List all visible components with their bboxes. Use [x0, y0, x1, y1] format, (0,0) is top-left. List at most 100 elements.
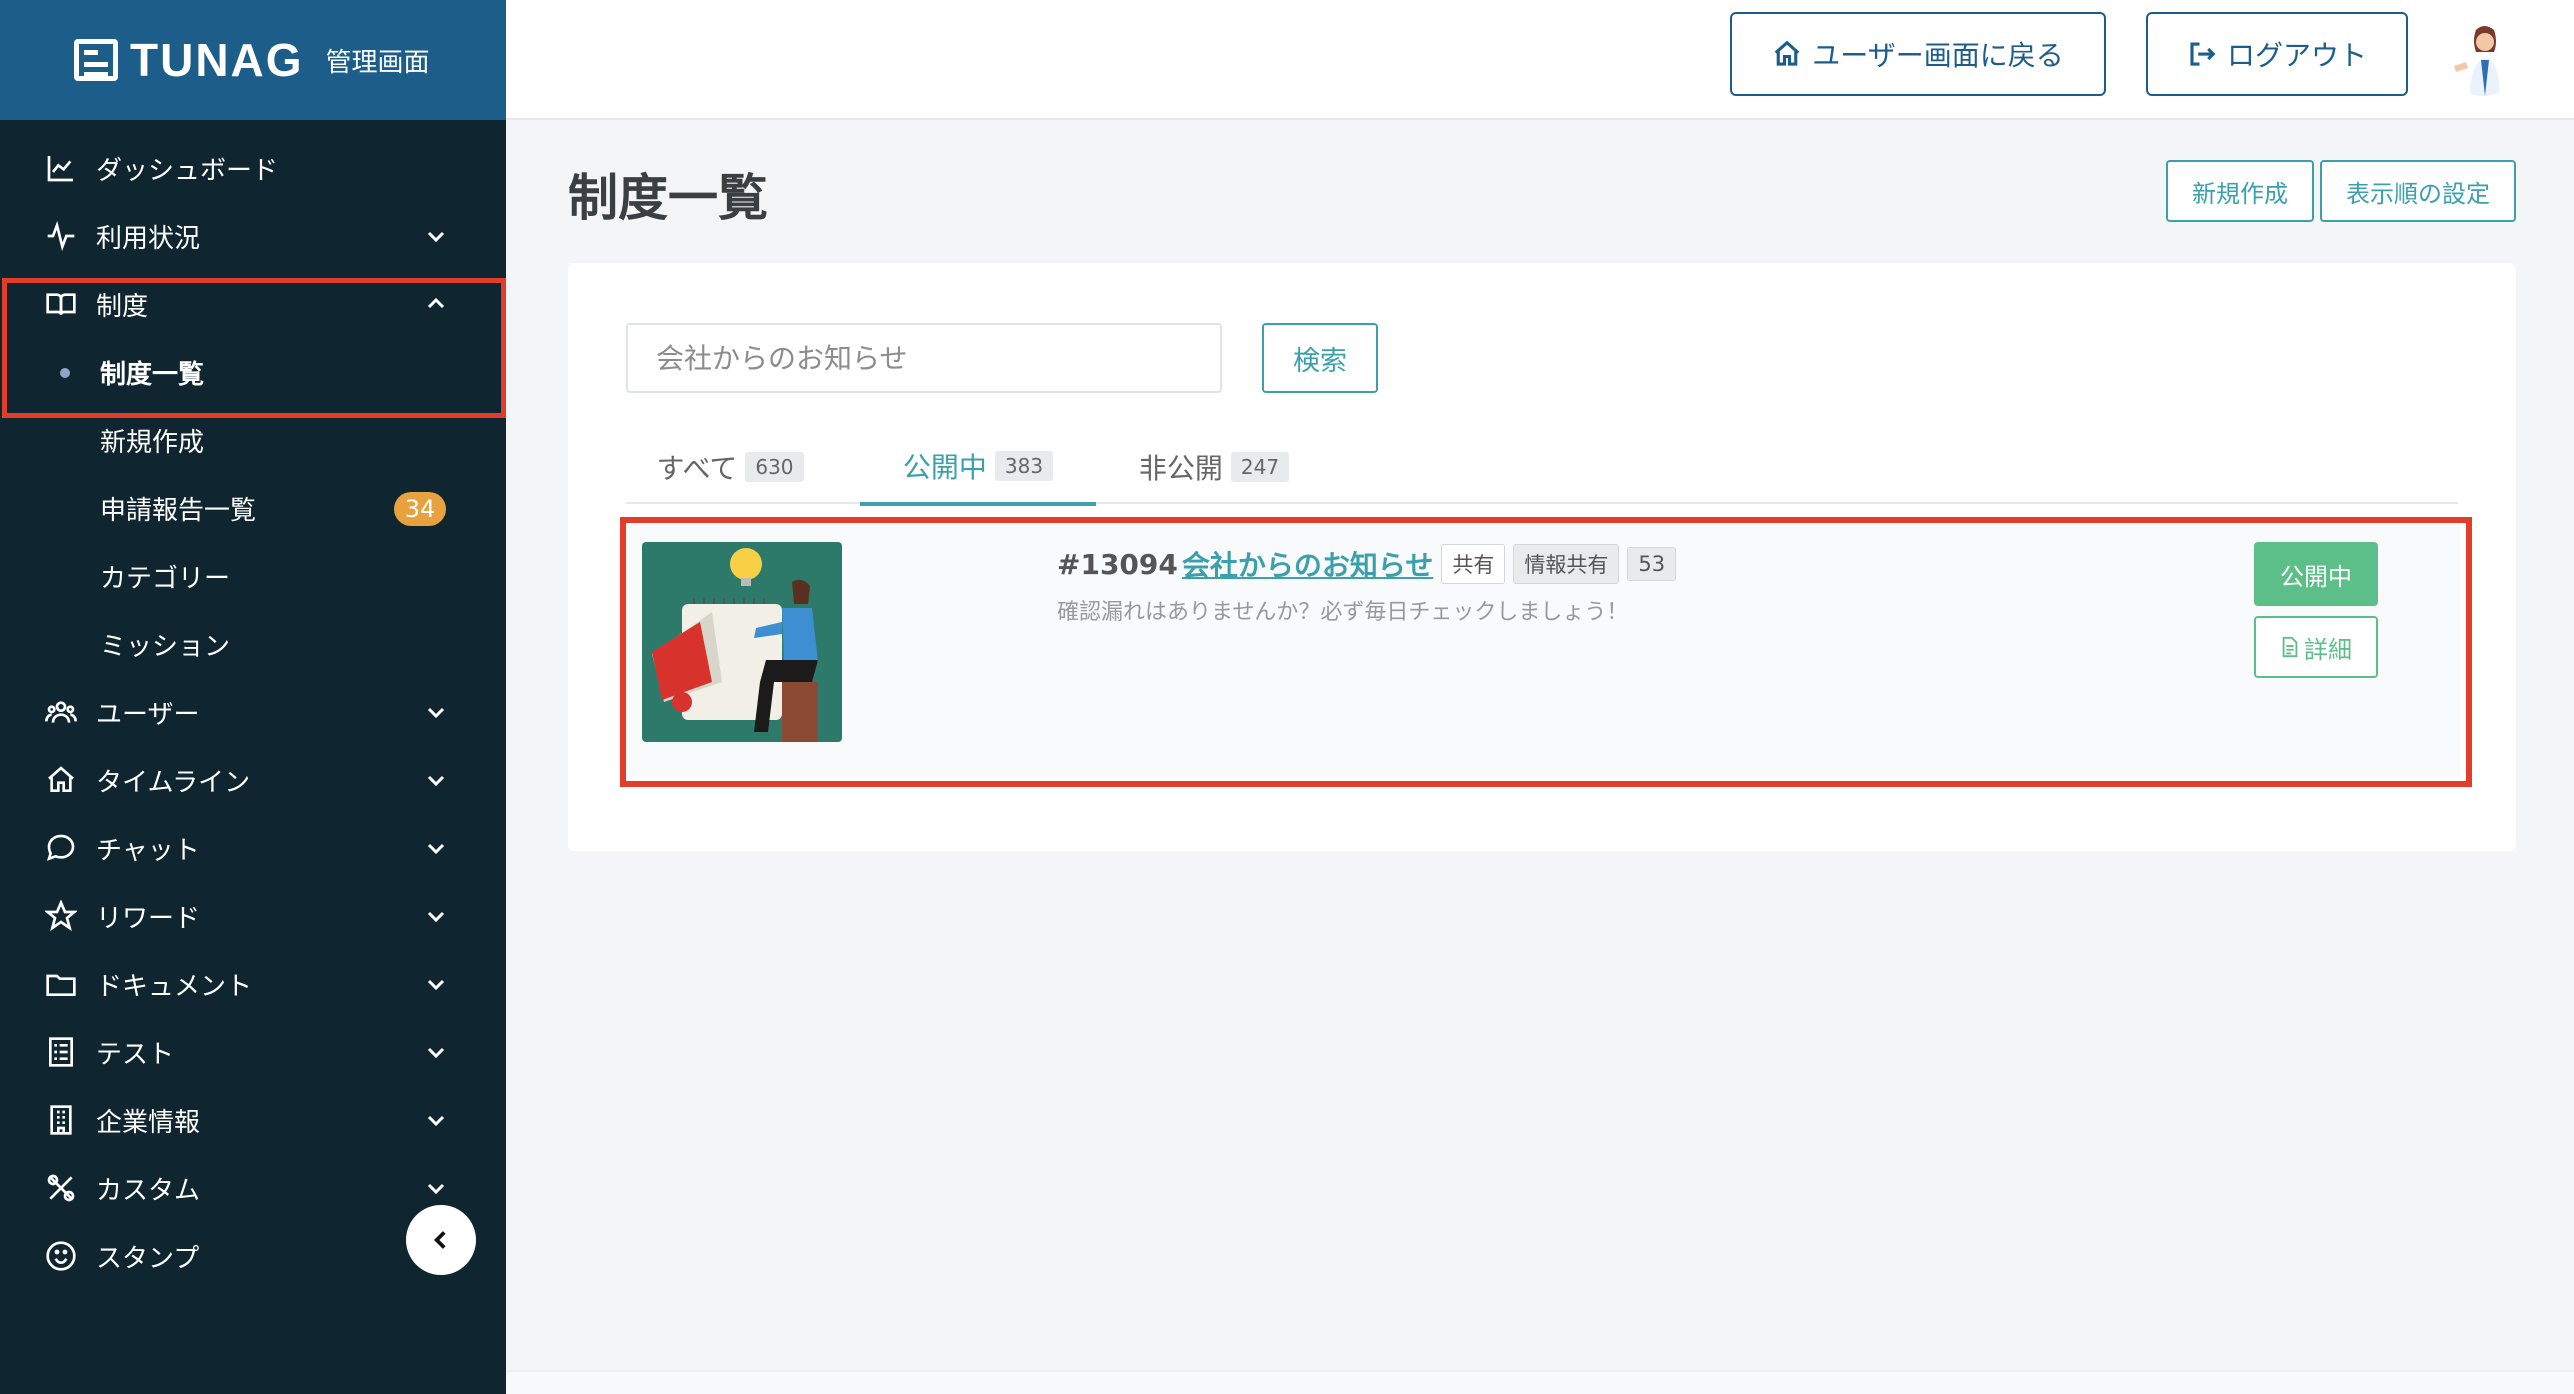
sidebar-item-reward[interactable]: リワード	[0, 882, 506, 950]
item-name-link[interactable]: 会社からのお知らせ	[1182, 544, 1433, 584]
tab-private[interactable]: 非公開 247	[1124, 430, 1304, 504]
chevron-down-icon[interactable]	[424, 224, 448, 248]
sidebar-item-usage[interactable]: 利用状況	[0, 202, 506, 270]
sidebar-item-users[interactable]: ユーザー	[0, 678, 506, 746]
tab-count-badge: 630	[745, 452, 804, 482]
chevron-left-icon	[433, 1231, 446, 1249]
logout-button[interactable]: ログアウト	[2146, 12, 2408, 96]
back-to-user-label: ユーザー画面に戻る	[1812, 39, 2064, 72]
active-dot-icon	[60, 368, 70, 378]
home-icon	[1774, 40, 1800, 66]
sidebar-item-label: 利用状況	[96, 223, 201, 254]
chevron-down-icon[interactable]	[424, 836, 448, 860]
tab-label: 非公開	[1138, 452, 1223, 485]
activity-icon	[44, 219, 78, 253]
sidebar-item-label: カスタム	[96, 1175, 201, 1206]
search-input[interactable]	[626, 323, 1222, 393]
chevron-down-icon[interactable]	[424, 1108, 448, 1132]
chevron-down-icon[interactable]	[424, 972, 448, 996]
logo-text: TUNAG	[130, 34, 304, 86]
tab-label: すべて	[656, 452, 738, 485]
sidebar-item-label: スタンプ	[96, 1243, 200, 1274]
smile-icon	[44, 1239, 78, 1273]
sidebar-item-timeline[interactable]: タイムライン	[0, 746, 506, 814]
sidebar-subitem-label: ミッション	[100, 631, 231, 662]
sidebar-item-label: 企業情報	[96, 1107, 201, 1138]
item-thumbnail[interactable]	[642, 542, 842, 742]
page-title: 制度一覧	[568, 169, 768, 227]
chart-line-icon	[44, 151, 78, 185]
sidebar-subitem-label: カテゴリー	[100, 563, 231, 594]
sidebar-subitem-new[interactable]: 新規作成	[0, 406, 506, 474]
sidebar-item-document[interactable]: ドキュメント	[0, 950, 506, 1018]
tab-published[interactable]: 公開中 383	[860, 430, 1096, 506]
sidebar-nav: ダッシュボード 利用状況 制度 制度一覧 新規作成 申請報告一覧 34 カテゴリ…	[0, 120, 506, 1290]
sidebar-item-label: テスト	[96, 1039, 175, 1070]
sidebar-item-label: 制度	[96, 291, 149, 322]
book-open-icon	[44, 287, 78, 321]
tools-icon	[44, 1171, 78, 1205]
sidebar-item-label: リワード	[96, 903, 201, 934]
chat-bubble-icon	[44, 831, 78, 865]
detail-label: 詳細	[2304, 635, 2352, 664]
chevron-up-icon[interactable]	[424, 292, 448, 316]
chevron-down-icon[interactable]	[424, 904, 448, 928]
document-icon	[2282, 636, 2298, 658]
count-badge: 34	[394, 492, 446, 526]
sidebar-subitem-mission[interactable]: ミッション	[0, 610, 506, 678]
topbar: ユーザー画面に戻る ログアウト	[506, 0, 2574, 120]
item-description: 確認漏れはありませんか？必ず毎日チェックしましょう！	[1057, 600, 1629, 625]
tag-badge: 情報共有	[1513, 544, 1620, 584]
chevron-down-icon[interactable]	[424, 768, 448, 792]
sidebar-header: TUNAG 管理画面	[0, 0, 506, 120]
search-button[interactable]: 検索	[1262, 323, 1378, 393]
sidebar-item-label: チャット	[96, 835, 200, 866]
tab-all[interactable]: すべて 630	[640, 430, 820, 504]
order-settings-button[interactable]: 表示順の設定	[2320, 160, 2516, 222]
chevron-down-icon[interactable]	[424, 1176, 448, 1200]
new-create-button[interactable]: 新規作成	[2166, 160, 2314, 222]
item-title: #13094 会社からのお知らせ 共有 情報共有 53	[1057, 544, 1677, 584]
back-to-user-button[interactable]: ユーザー画面に戻る	[1730, 12, 2106, 96]
sidebar-subitem-system-list[interactable]: 制度一覧	[0, 338, 506, 406]
logout-label: ログアウト	[2226, 39, 2367, 72]
sidebar-subitem-label: 新規作成	[100, 427, 205, 458]
users-icon	[44, 695, 78, 729]
footer	[506, 1370, 2574, 1394]
tab-count-badge: 247	[1230, 452, 1290, 482]
sidebar-item-dashboard[interactable]: ダッシュボード	[0, 134, 506, 202]
sidebar-subitem-label: 制度一覧	[100, 359, 205, 390]
sidebar-subitem-label: 申請報告一覧	[100, 495, 257, 526]
sidebar-subitem-category[interactable]: カテゴリー	[0, 542, 506, 610]
logout-icon	[2190, 42, 2216, 66]
tag-badge: 共有	[1441, 544, 1506, 584]
sidebar-item-test[interactable]: テスト	[0, 1018, 506, 1086]
sidebar-item-label: タイムライン	[96, 767, 251, 798]
chevron-down-icon[interactable]	[424, 1040, 448, 1064]
sidebar-item-chat[interactable]: チャット	[0, 814, 506, 882]
tag-badge: 53	[1627, 547, 1677, 581]
logo-subtitle: 管理画面	[325, 47, 430, 78]
sidebar-item-company[interactable]: 企業情報	[0, 1086, 506, 1154]
tab-label: 公開中	[902, 451, 987, 484]
item-number: #13094	[1057, 547, 1178, 581]
sidebar-item-label: ドキュメント	[96, 971, 253, 1002]
checklist-icon	[44, 1035, 78, 1069]
sidebar: TUNAG 管理画面 ダッシュボード 利用状況 制度 制度一覧 新規作成 申請報…	[0, 0, 506, 1394]
sidebar-item-label: ダッシュボード	[96, 155, 279, 186]
home-icon	[44, 763, 78, 797]
detail-button[interactable]: 詳細	[2254, 616, 2378, 678]
sidebar-item-label: ユーザー	[96, 699, 200, 730]
avatar[interactable]	[2446, 22, 2520, 96]
tab-count-badge: 383	[994, 451, 1054, 481]
logo-icon	[74, 39, 118, 81]
chevron-down-icon[interactable]	[424, 700, 448, 724]
status-published-button[interactable]: 公開中	[2254, 542, 2378, 606]
collapse-sidebar-button[interactable]	[406, 1205, 476, 1275]
filter-tabs: すべて 630 公開中 383 非公開 247	[626, 430, 2458, 506]
building-icon	[44, 1103, 78, 1137]
sidebar-item-system[interactable]: 制度	[0, 270, 506, 338]
folder-icon	[44, 967, 78, 1001]
sidebar-subitem-reports[interactable]: 申請報告一覧 34	[0, 474, 506, 542]
star-icon	[44, 899, 78, 933]
